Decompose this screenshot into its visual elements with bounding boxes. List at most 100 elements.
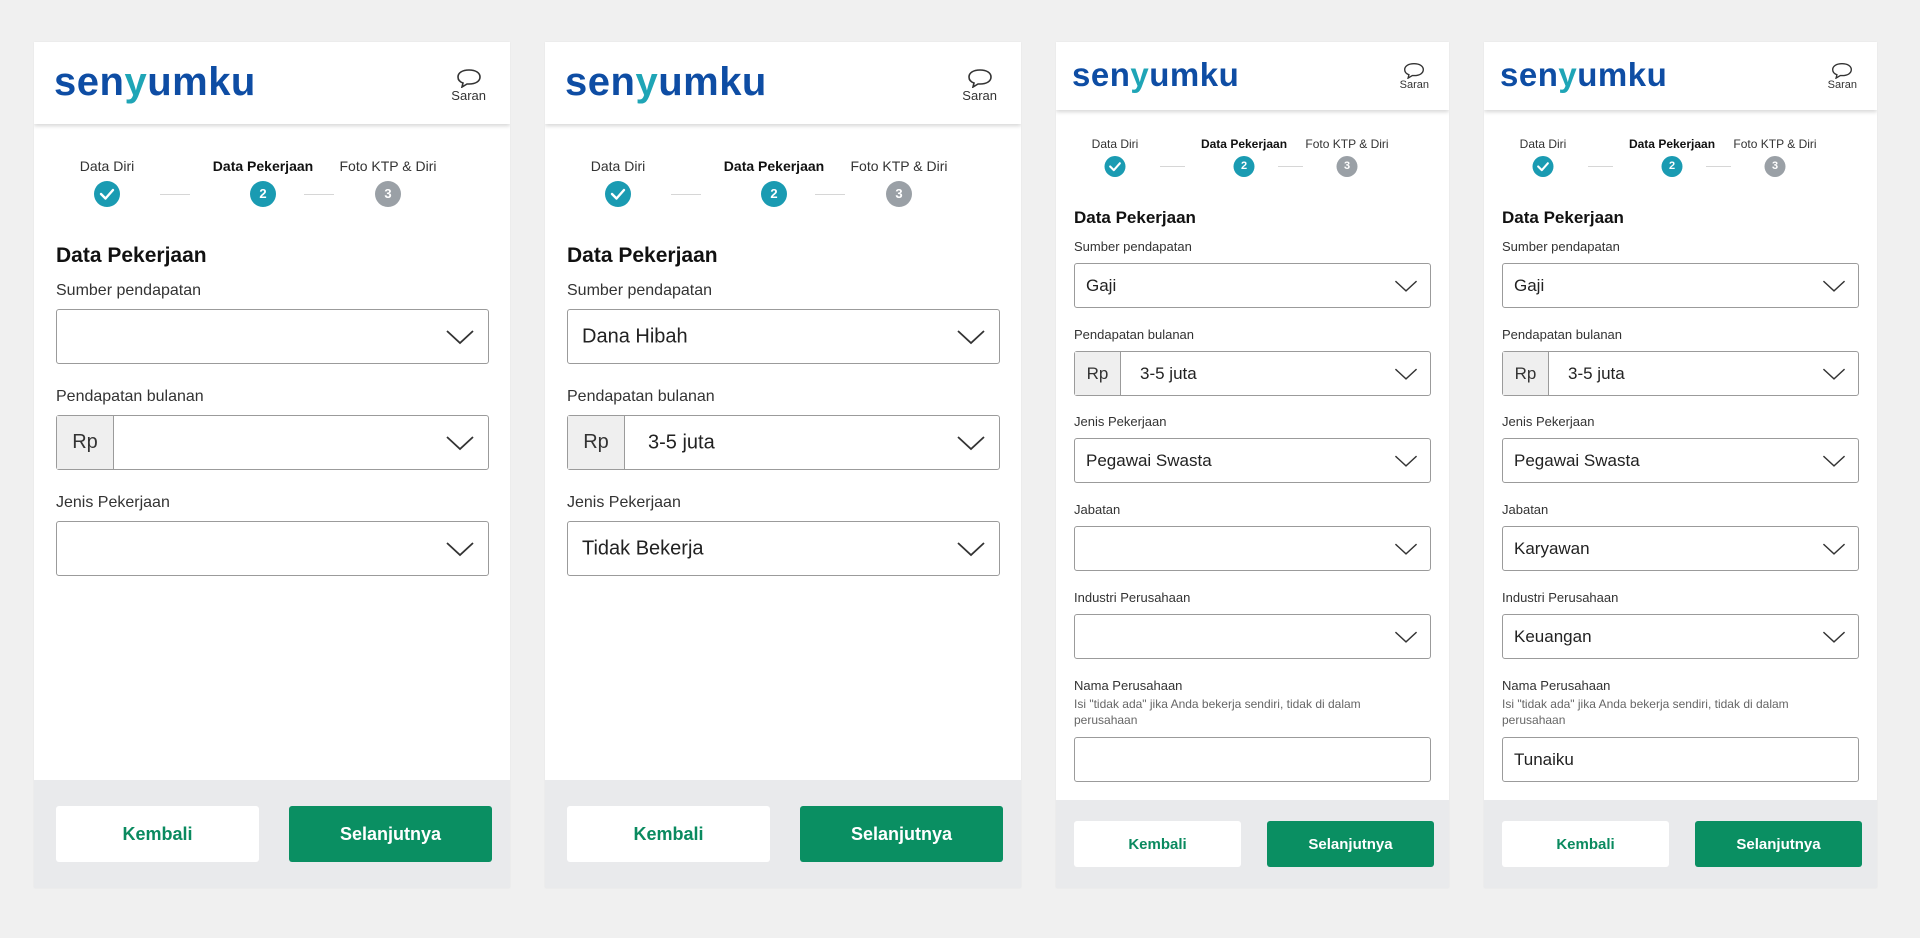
step-number-3: 3	[886, 181, 912, 207]
next-button[interactable]: Selanjutnya	[289, 806, 492, 862]
step-label-foto-ktp: Foto KTP & Diri	[339, 158, 437, 174]
step-label-foto-ktp: Foto KTP & Diri	[1305, 137, 1389, 151]
screen-2: senyumku Saran Data Diri Data Pekerjaan …	[545, 42, 1021, 888]
label-industri: Industri Perusahaan	[1502, 590, 1619, 605]
step-label-data-pekerjaan: Data Pekerjaan	[1200, 137, 1288, 151]
pendapatan-value: 3-5 juta	[648, 431, 715, 453]
label-sumber: Sumber pendapatan	[1502, 239, 1620, 254]
step-number-2: 2	[761, 181, 787, 207]
label-sumber: Sumber pendapatan	[567, 282, 712, 299]
chevron-down-icon	[957, 329, 985, 344]
step-connector	[671, 194, 701, 195]
chevron-down-icon	[446, 541, 474, 556]
label-jabatan: Jabatan	[1502, 502, 1549, 517]
step-check-icon	[94, 181, 120, 207]
step-number-3: 3	[1336, 156, 1358, 177]
screen-1: senyumku Saran Data Diri Data Pekerjaan …	[34, 42, 510, 888]
currency-prefix: Rp	[1075, 352, 1121, 395]
step-connector	[304, 194, 334, 195]
jenis-select[interactable]	[56, 521, 489, 576]
senyumku-logo: senyumku	[565, 60, 767, 104]
industri-select[interactable]: Keuangan	[1502, 614, 1859, 659]
pendapatan-select[interactable]: Rp 3-5 juta	[1502, 351, 1859, 396]
section-title: Data Pekerjaan	[567, 244, 718, 267]
section-title: Data Pekerjaan	[1502, 208, 1624, 227]
nama-input[interactable]	[1074, 737, 1431, 782]
label-jenis: Jenis Pekerjaan	[1074, 414, 1167, 429]
chat-bubble-icon	[1832, 63, 1853, 79]
jenis-select[interactable]: Pegawai Swasta	[1074, 438, 1431, 483]
step-label-foto-ktp: Foto KTP & Diri	[1733, 137, 1817, 151]
saran-button[interactable]: Saran	[1828, 62, 1857, 91]
jenis-select[interactable]: Pegawai Swasta	[1502, 438, 1859, 483]
chat-bubble-icon	[967, 69, 992, 88]
step-number-2: 2	[1661, 156, 1683, 177]
back-button[interactable]: Kembali	[1074, 821, 1241, 867]
label-sumber: Sumber pendapatan	[56, 282, 201, 299]
pendapatan-select[interactable]: Rp 3-5 juta	[1074, 351, 1431, 396]
saran-button[interactable]: Saran	[451, 68, 486, 103]
footer-bar: Kembali Selanjutnya	[1484, 800, 1877, 888]
back-button[interactable]: Kembali	[567, 806, 770, 862]
chevron-down-icon	[1394, 280, 1418, 292]
step-connector	[1588, 166, 1613, 167]
sumber-select[interactable]: Gaji	[1502, 263, 1859, 308]
step-number-2: 2	[250, 181, 276, 207]
step-connector	[1278, 166, 1303, 167]
label-pendapatan: Pendapatan bulanan	[56, 388, 204, 405]
pendapatan-select[interactable]: Rp 3-5 juta	[567, 415, 1000, 470]
pendapatan-select[interactable]: Rp	[56, 415, 489, 470]
sumber-select[interactable]: Gaji	[1074, 263, 1431, 308]
step-check-icon	[1104, 156, 1126, 177]
sumber-select[interactable]: Dana Hibah	[567, 309, 1000, 364]
step-label-data-diri: Data Diri	[590, 158, 646, 174]
saran-label: Saran	[962, 88, 997, 103]
step-number-3: 3	[1764, 156, 1786, 177]
back-button[interactable]: Kembali	[56, 806, 259, 862]
sumber-select[interactable]	[56, 309, 489, 364]
chevron-down-icon	[1822, 455, 1846, 467]
step-connector	[815, 194, 845, 195]
jabatan-select[interactable]: Karyawan	[1502, 526, 1859, 571]
saran-button[interactable]: Saran	[962, 68, 997, 103]
label-pendapatan: Pendapatan bulanan	[1074, 327, 1195, 342]
next-button[interactable]: Selanjutnya	[1267, 821, 1434, 867]
screen-3: senyumku Saran Data Diri Data Pekerjaan …	[1056, 42, 1449, 888]
label-jenis: Jenis Pekerjaan	[567, 494, 681, 511]
industri-select[interactable]	[1074, 614, 1431, 659]
section-title: Data Pekerjaan	[1074, 208, 1196, 227]
section-title: Data Pekerjaan	[56, 244, 207, 267]
chevron-down-icon	[1394, 543, 1418, 555]
jenis-value: Tidak Bekerja	[582, 537, 704, 559]
chevron-down-icon	[1822, 368, 1846, 380]
jabatan-select[interactable]	[1074, 526, 1431, 571]
sumber-value: Dana Hibah	[582, 325, 688, 347]
pendapatan-value: 3-5 juta	[1140, 363, 1197, 383]
nama-value: Tunaiku	[1514, 749, 1574, 769]
pendapatan-value: 3-5 juta	[1568, 363, 1625, 383]
step-label-data-pekerjaan: Data Pekerjaan	[723, 158, 825, 174]
jabatan-value: Karyawan	[1514, 538, 1590, 558]
next-button[interactable]: Selanjutnya	[800, 806, 1003, 862]
industri-value: Keuangan	[1514, 626, 1592, 646]
chat-bubble-icon	[456, 69, 481, 88]
saran-button[interactable]: Saran	[1400, 62, 1429, 91]
nama-input[interactable]: Tunaiku	[1502, 737, 1859, 782]
jenis-select[interactable]: Tidak Bekerja	[567, 521, 1000, 576]
chevron-down-icon	[1394, 455, 1418, 467]
saran-label: Saran	[1827, 79, 1857, 91]
screen-4: senyumku Saran Data Diri Data Pekerjaan …	[1484, 42, 1877, 888]
chevron-down-icon	[957, 435, 985, 450]
label-sumber: Sumber pendapatan	[1074, 239, 1192, 254]
step-label-data-diri: Data Diri	[1091, 137, 1139, 151]
nama-hint: Isi "tidak ada" jika Anda bekerja sendir…	[1502, 697, 1789, 728]
app-header: senyumku Saran	[545, 42, 1021, 124]
chevron-down-icon	[957, 541, 985, 556]
label-industri: Industri Perusahaan	[1074, 590, 1191, 605]
step-number-2: 2	[1233, 156, 1255, 177]
next-button[interactable]: Selanjutnya	[1695, 821, 1862, 867]
chat-bubble-icon	[1404, 63, 1425, 79]
label-jabatan: Jabatan	[1074, 502, 1121, 517]
step-label-data-diri: Data Diri	[79, 158, 135, 174]
back-button[interactable]: Kembali	[1502, 821, 1669, 867]
